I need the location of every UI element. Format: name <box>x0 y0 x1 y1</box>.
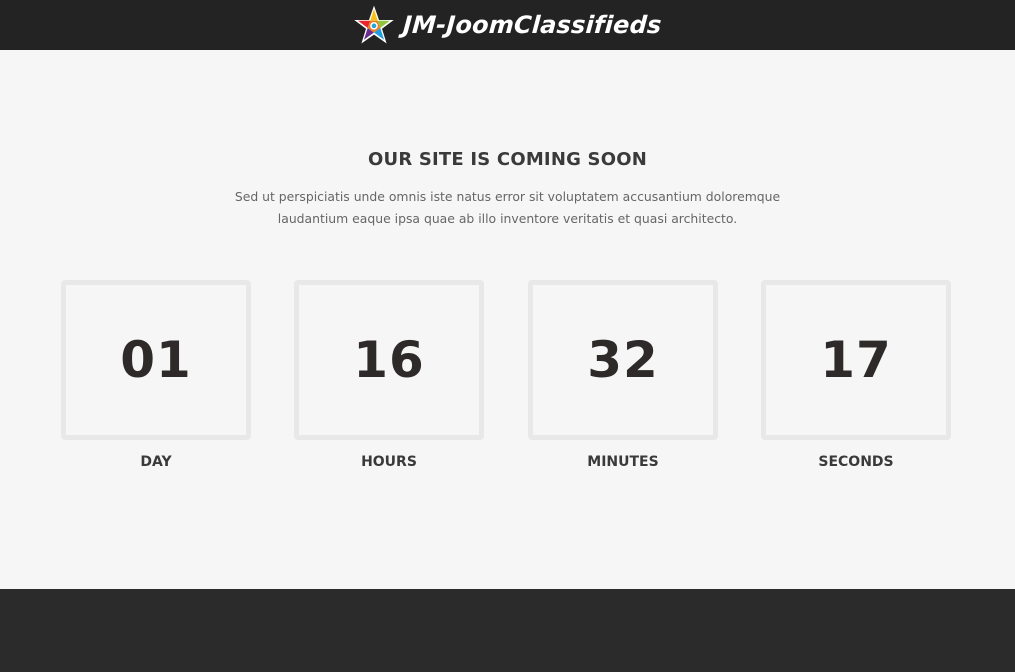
countdown-label: HOURS <box>361 454 417 470</box>
countdown-value: 17 <box>820 331 892 389</box>
top-bar: JM-JoomClassifieds <box>0 0 1015 50</box>
page-description: Sed ut perspiciatis unde omnis iste natu… <box>234 189 781 226</box>
countdown-box: 01 <box>61 280 251 440</box>
countdown-seconds: 17 SECONDS <box>761 280 951 470</box>
countdown-value: 01 <box>120 331 192 389</box>
countdown-box: 32 <box>528 280 718 440</box>
coming-soon-section: OUR SITE IS COMING SOON Sed ut perspicia… <box>0 50 1015 589</box>
brand-name: JM-JoomClassifieds <box>402 11 663 39</box>
countdown-days: 01 DAY <box>61 280 251 470</box>
page-title: OUR SITE IS COMING SOON <box>368 149 647 170</box>
page-footer <box>0 589 1015 672</box>
brand-logo-link[interactable]: JM-JoomClassifieds <box>353 4 663 46</box>
countdown-hours: 16 HOURS <box>294 280 484 470</box>
countdown-box: 17 <box>761 280 951 440</box>
countdown-value: 32 <box>587 331 659 389</box>
countdown-label: MINUTES <box>587 454 659 470</box>
countdown-value: 16 <box>353 331 425 389</box>
multicolor-star-icon <box>354 5 394 44</box>
countdown-minutes: 32 MINUTES <box>528 280 718 470</box>
countdown-timer: 01 DAY 16 HOURS 32 MINUTES 17 SECONDS <box>0 280 1015 480</box>
countdown-box: 16 <box>294 280 484 440</box>
countdown-label: SECONDS <box>818 454 894 470</box>
countdown-label: DAY <box>140 454 172 470</box>
